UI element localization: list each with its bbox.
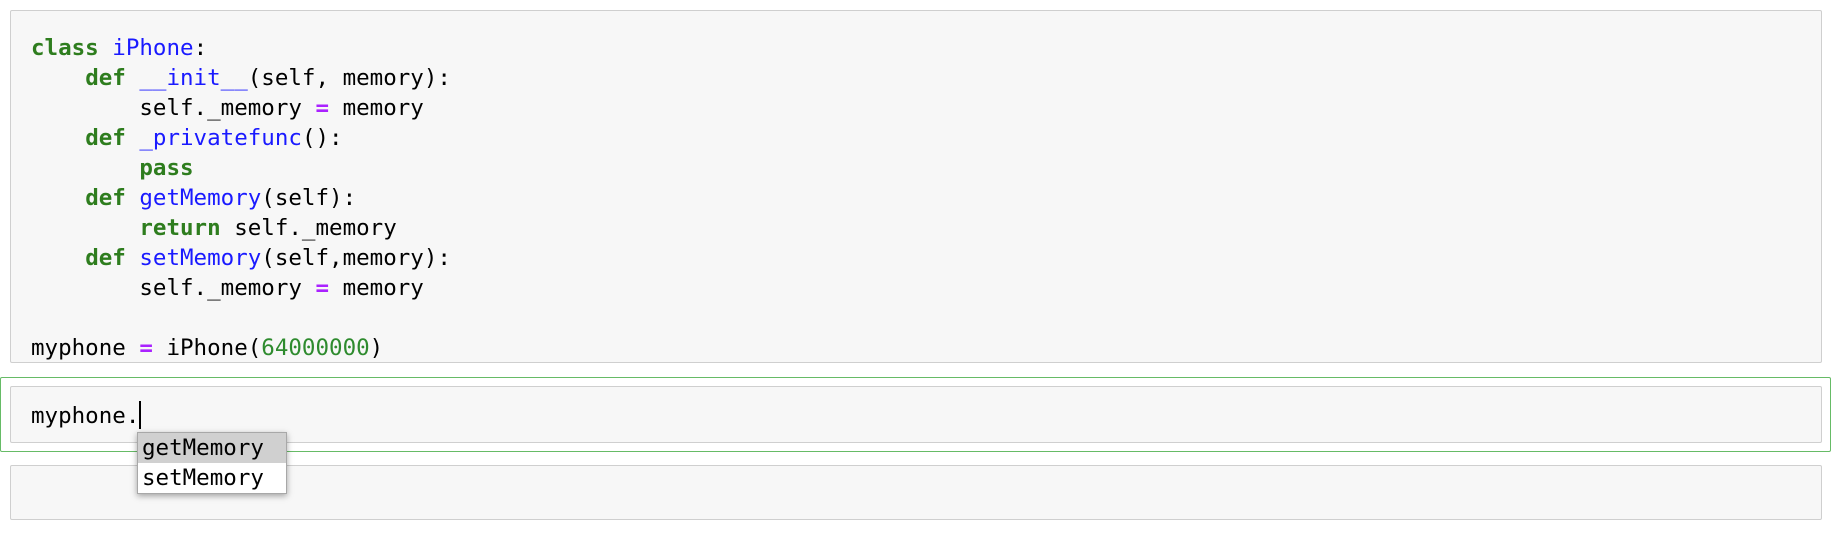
code-line: myphone = iPhone(64000000) [31, 335, 383, 361]
code-line: pass [31, 155, 194, 181]
code-token: pass [139, 155, 194, 181]
completer-option-getmemory[interactable]: getMemory [138, 433, 286, 463]
code-line: def __init__(self, memory): [31, 65, 451, 91]
code-token: myphone [31, 335, 140, 361]
code-token: def [85, 185, 126, 211]
code-cell-2-text: myphone. [31, 403, 140, 429]
code-token: (): [301, 125, 343, 151]
code-token: return [139, 215, 221, 241]
code-token: self._memory [31, 275, 316, 301]
code-line: self._memory = memory [31, 95, 424, 121]
code-token: def [85, 125, 126, 151]
code-token: = [315, 275, 330, 301]
code-token: iPhone [112, 35, 194, 61]
code-token: def [85, 65, 126, 91]
code-line: def getMemory(self): [31, 185, 356, 211]
code-line: def setMemory(self,memory): [31, 245, 451, 271]
code-line: def _privatefunc(): [31, 125, 343, 151]
code-token: self._memory [220, 215, 397, 241]
code-token: getMemory [139, 185, 262, 211]
code-token: memory [329, 95, 424, 121]
code-token: setMemory [139, 245, 262, 271]
code-token: (self,memory): [261, 245, 451, 271]
text-cursor [139, 401, 142, 429]
code-cell-1[interactable]: class iPhone: def __init__(self, memory)… [10, 10, 1822, 363]
code-line: class iPhone: [31, 35, 207, 61]
code-token: 64000000 [261, 335, 370, 361]
autocomplete-dropdown[interactable]: getMemory setMemory [137, 432, 287, 494]
code-token: ) [369, 335, 384, 361]
code-cell-2-input[interactable]: myphone. [31, 401, 142, 431]
code-token: (self, memory): [247, 65, 451, 91]
code-cell-1-source[interactable]: class iPhone: def __init__(self, memory)… [31, 33, 451, 363]
code-token: = [139, 335, 153, 361]
code-token: class [31, 35, 99, 61]
code-token: (self): [261, 185, 357, 211]
code-token: _privatefunc [139, 125, 302, 151]
code-token: self._memory [31, 95, 316, 121]
completer-option-setmemory[interactable]: setMemory [138, 463, 286, 493]
code-token: def [85, 245, 126, 271]
code-line: self._memory = memory [31, 275, 424, 301]
code-token: = [315, 95, 330, 121]
code-token: __init__ [139, 65, 248, 91]
code-token: iPhone( [152, 335, 262, 361]
code-line: return self._memory [31, 215, 397, 241]
code-token: memory [329, 275, 424, 301]
code-token: : [193, 35, 208, 61]
